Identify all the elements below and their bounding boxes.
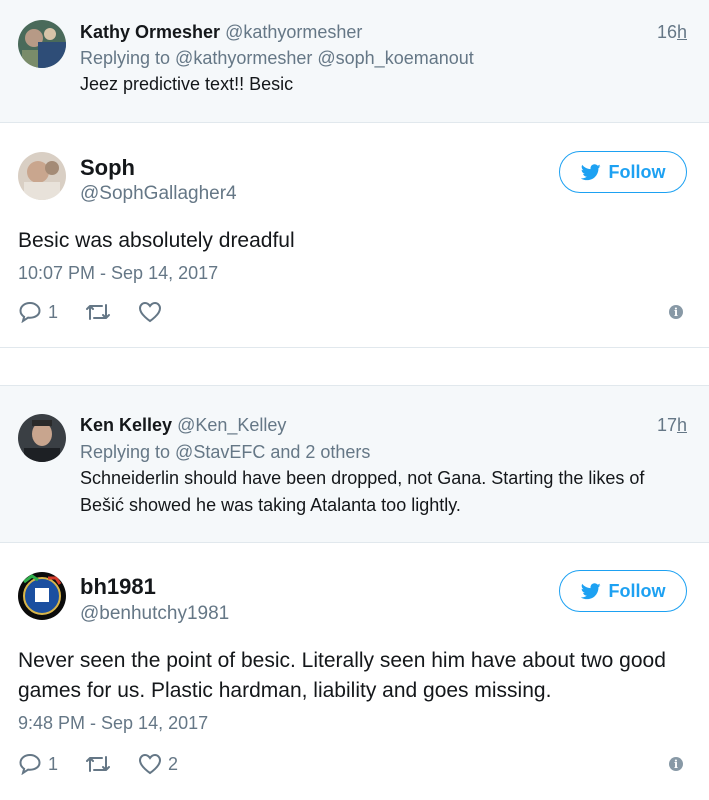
avatar[interactable]	[18, 572, 66, 620]
tweet-text: Besic was absolutely dreadful	[18, 229, 295, 252]
follow-button[interactable]: Follow	[559, 570, 687, 612]
twitter-bird-icon	[580, 582, 601, 599]
author-name[interactable]: Ken Kelley	[80, 415, 172, 435]
reply-icon	[19, 753, 41, 775]
author-handle[interactable]: @benhutchy1981	[80, 603, 229, 625]
heart-icon	[139, 753, 162, 775]
reply-tweet-kathy: Kathy Ormesher @kathyormesher 16h Replyi…	[0, 0, 709, 122]
tweet-time[interactable]: 16h	[657, 22, 687, 43]
reply-button[interactable]: 1	[18, 753, 58, 775]
like-button[interactable]: 2	[138, 753, 178, 775]
reply-count: 1	[48, 753, 59, 774]
like-count: 2	[168, 753, 179, 774]
time-value: 16	[656, 22, 677, 42]
time-unit: h	[676, 415, 687, 435]
reply-count: 1	[48, 301, 59, 322]
info-icon[interactable]: i	[669, 757, 683, 771]
author-handle[interactable]: @kathyormesher	[225, 22, 362, 42]
author-name[interactable]: Soph	[80, 155, 135, 181]
follow-label: Follow	[608, 580, 666, 601]
retweet-button[interactable]	[84, 753, 112, 775]
section-gap	[0, 348, 709, 386]
time-value: 17	[656, 415, 677, 435]
divider	[0, 122, 709, 123]
follow-label: Follow	[608, 161, 666, 182]
retweet-button[interactable]	[84, 301, 112, 323]
author-line: Kathy Ormesher @kathyormesher	[80, 22, 362, 43]
author-handle[interactable]: @Ken_Kelley	[177, 415, 286, 435]
reply-tweet-ken: Ken Kelley @Ken_Kelley 17h Replying to @…	[0, 386, 709, 542]
tweet-text: Never seen the point of besic. Literally…	[18, 649, 666, 702]
tweet-timestamp[interactable]: 9:48 PM - Sep 14, 2017	[18, 713, 208, 734]
follow-button[interactable]: Follow	[559, 151, 687, 193]
avatar[interactable]	[18, 20, 66, 68]
author-line: Ken Kelley @Ken_Kelley	[80, 415, 286, 436]
tweet-actions: 1	[18, 299, 194, 325]
info-icon[interactable]: i	[669, 305, 683, 319]
avatar[interactable]	[18, 414, 66, 462]
twitter-bird-icon	[580, 163, 601, 180]
reply-icon	[19, 301, 41, 323]
tweet-bh1981: bh1981 @benhutchy1981 Follow Never seen …	[0, 542, 709, 800]
tweet-timestamp[interactable]: 10:07 PM - Sep 14, 2017	[18, 263, 218, 284]
retweet-icon	[86, 756, 111, 772]
tweet-time[interactable]: 17h	[657, 415, 687, 436]
author-name[interactable]: Kathy Ormesher	[80, 22, 220, 42]
author-handle[interactable]: @SophGallagher4	[80, 183, 237, 205]
author-name[interactable]: bh1981	[80, 574, 156, 600]
tweet-text: Jeez predictive text!! Besic	[80, 74, 294, 94]
replying-to[interactable]: Replying to @StavEFC and 2 others	[80, 442, 370, 463]
divider	[0, 542, 709, 543]
tweet-actions: 1 2	[18, 751, 204, 777]
like-button[interactable]	[138, 301, 168, 323]
heart-icon	[139, 301, 162, 323]
tweet-text: Schneiderlin should have been dropped, n…	[80, 468, 645, 515]
tweet-soph: Soph @SophGallagher4 Follow Besic was ab…	[0, 122, 709, 347]
retweet-icon	[86, 304, 111, 320]
time-unit: h	[676, 22, 687, 42]
replying-to[interactable]: Replying to @kathyormesher @soph_koemano…	[80, 48, 474, 69]
reply-button[interactable]: 1	[18, 301, 58, 323]
avatar[interactable]	[18, 152, 66, 200]
